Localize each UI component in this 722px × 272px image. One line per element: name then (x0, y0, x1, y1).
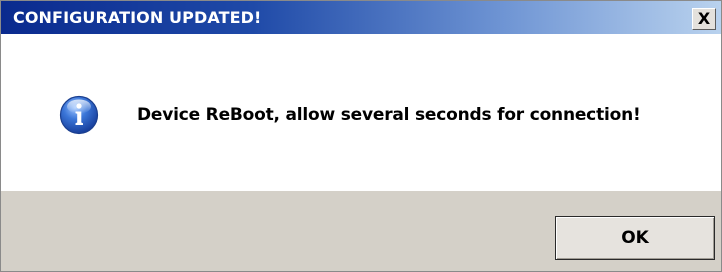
close-button[interactable]: X (692, 8, 716, 30)
dialog-message: Device ReBoot, allow several seconds for… (137, 105, 641, 125)
dialog-content: Device ReBoot, allow several seconds for… (1, 34, 721, 191)
ok-button-label: OK (621, 228, 649, 248)
title-bar[interactable]: CONFIGURATION UPDATED! X (1, 1, 721, 34)
dialog-footer: OK (1, 191, 721, 271)
close-icon: X (697, 9, 711, 28)
info-icon (59, 95, 99, 135)
dialog-title: CONFIGURATION UPDATED! (13, 8, 262, 27)
ok-button[interactable]: OK (555, 216, 715, 260)
configuration-dialog: CONFIGURATION UPDATED! X Device ReBoot, … (0, 0, 722, 272)
